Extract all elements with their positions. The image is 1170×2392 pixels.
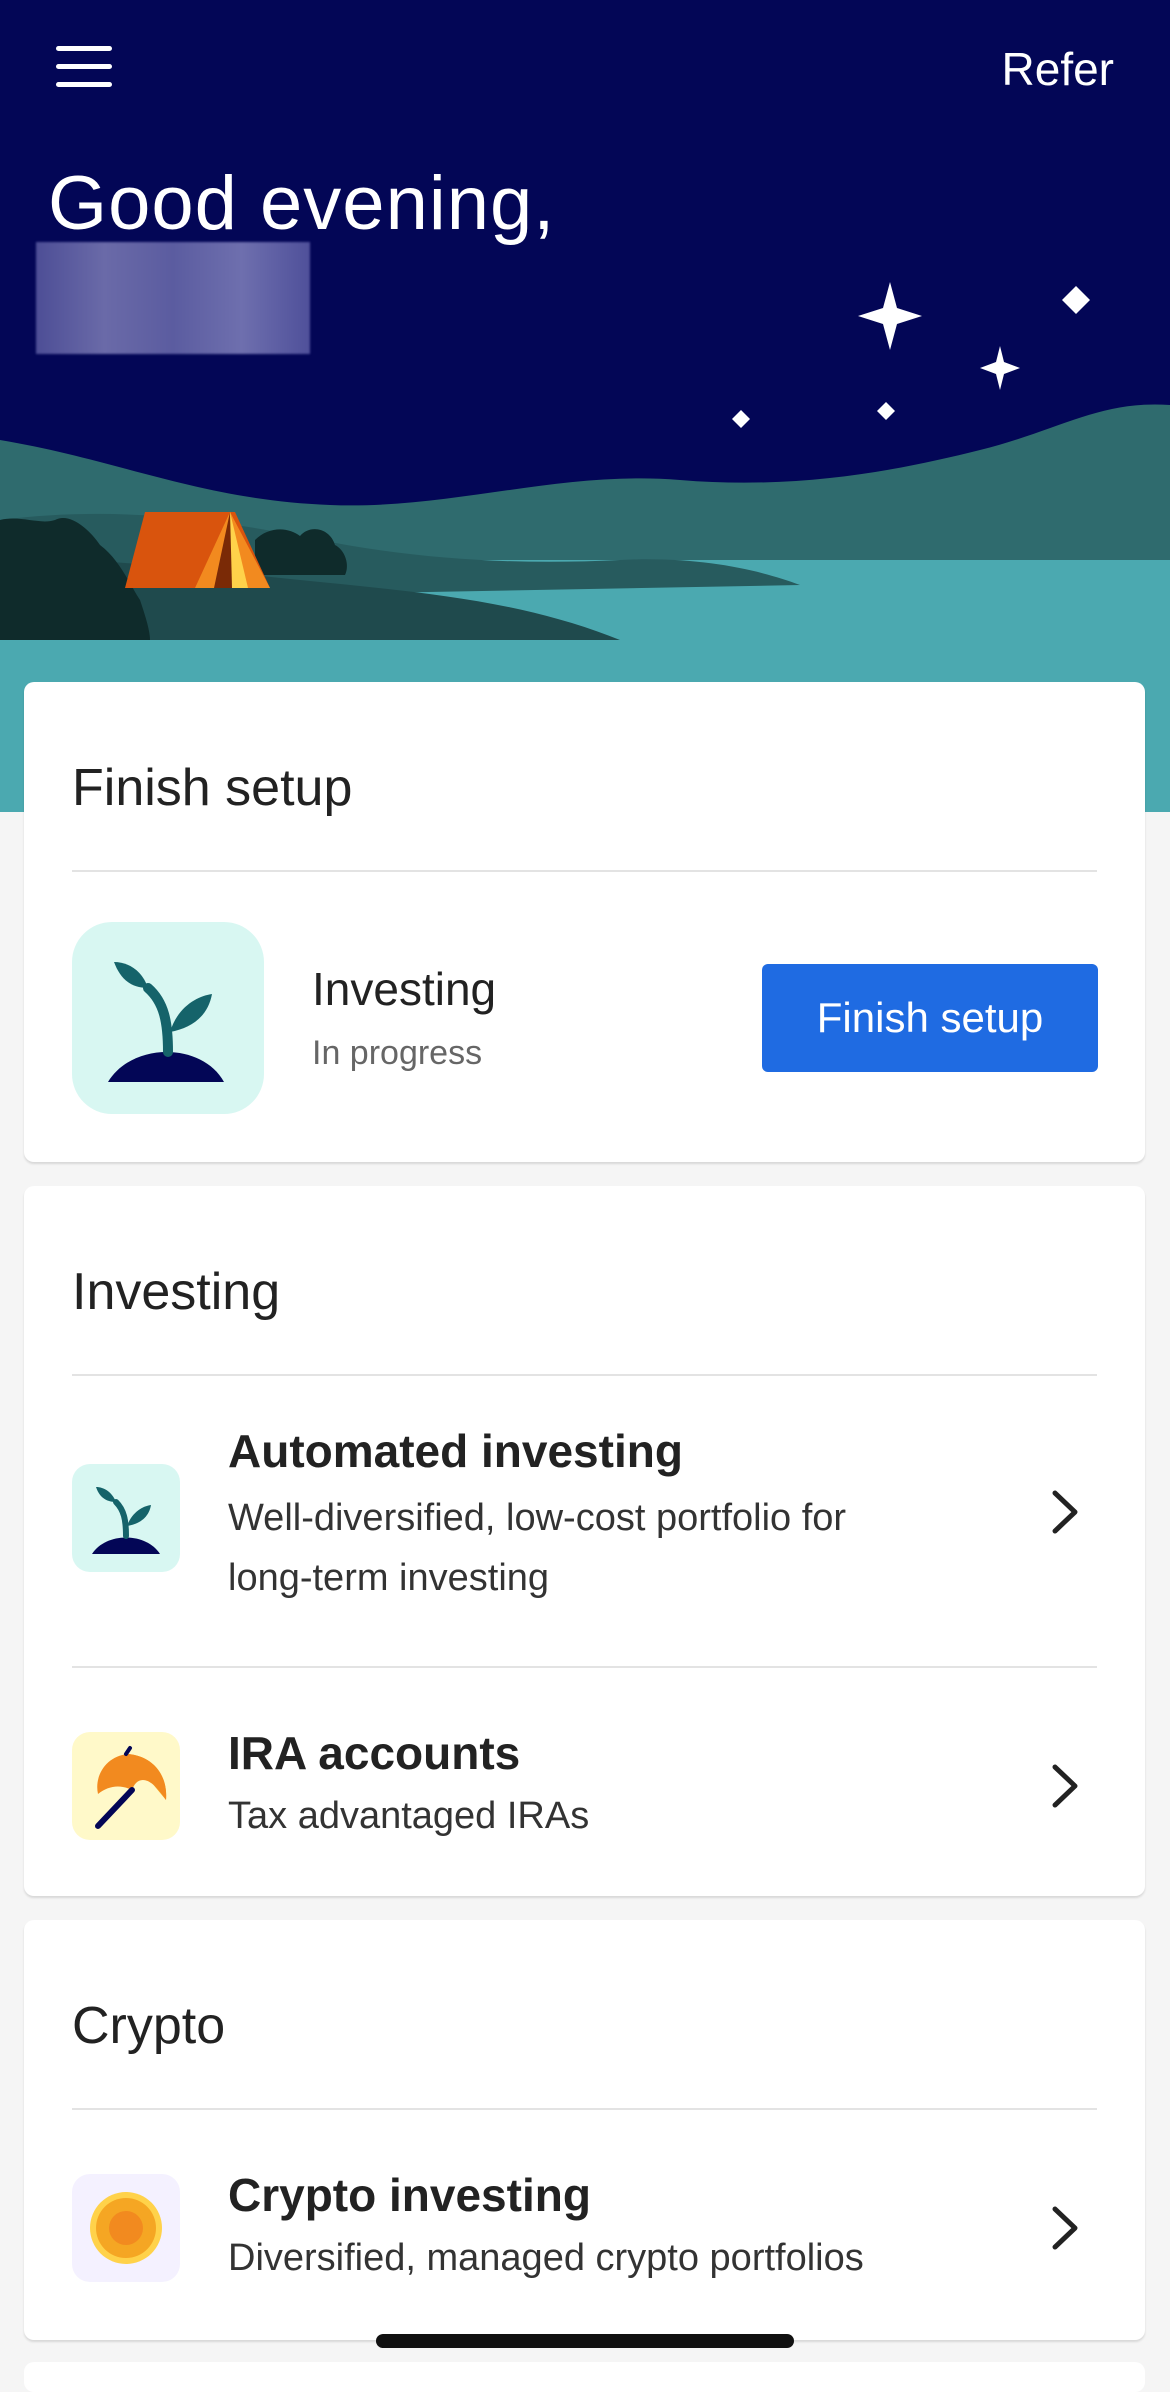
automated-investing-desc-line2: long-term investing	[228, 1557, 550, 1599]
setup-item-status: In progress	[312, 1034, 483, 1072]
ira-accounts-title: IRA accounts	[228, 1727, 521, 1779]
automated-investing-desc-line1: Well-diversified, low-cost portfolio for	[228, 1497, 847, 1539]
crypto-investing-row[interactable]: Crypto investing Diversified, managed cr…	[24, 2110, 1145, 2330]
automated-investing-title: Automated investing	[228, 1425, 683, 1477]
crypto-card: Crypto Crypto investing Diversified, man…	[24, 1920, 1145, 2340]
crypto-investing-desc: Diversified, managed crypto portfolios	[228, 2237, 864, 2279]
chevron-right-icon	[1052, 1764, 1078, 1808]
user-name-redacted	[36, 242, 310, 354]
finish-setup-title: Finish setup	[72, 759, 353, 817]
divider	[72, 870, 1097, 872]
ira-accounts-desc: Tax advantaged IRAs	[228, 1795, 590, 1837]
hamburger-menu-icon[interactable]	[56, 46, 112, 87]
crypto-investing-title: Crypto investing	[228, 2169, 591, 2221]
sprout-icon	[72, 922, 264, 1114]
greeting-text: Good evening,	[48, 161, 556, 246]
sprout-icon	[72, 1464, 180, 1572]
finish-setup-card: Finish setup Investing In progress Finis…	[24, 682, 1145, 1162]
chevron-right-icon	[1052, 1490, 1078, 1534]
next-card-edge	[24, 2362, 1145, 2392]
coin-icon	[72, 2174, 180, 2282]
umbrella-icon	[72, 1732, 180, 1840]
home-indicator[interactable]	[376, 2334, 794, 2348]
crypto-title: Crypto	[72, 1997, 226, 2055]
investing-title: Investing	[72, 1263, 281, 1321]
investing-card: Investing Automated investing Well-diver…	[24, 1186, 1145, 1896]
refer-link[interactable]: Refer	[1002, 42, 1114, 96]
chevron-right-icon	[1052, 2206, 1078, 2250]
ira-accounts-row[interactable]: IRA accounts Tax advantaged IRAs	[24, 1668, 1145, 1888]
setup-item-name: Investing	[312, 963, 497, 1015]
finish-setup-button[interactable]: Finish setup	[762, 964, 1098, 1072]
